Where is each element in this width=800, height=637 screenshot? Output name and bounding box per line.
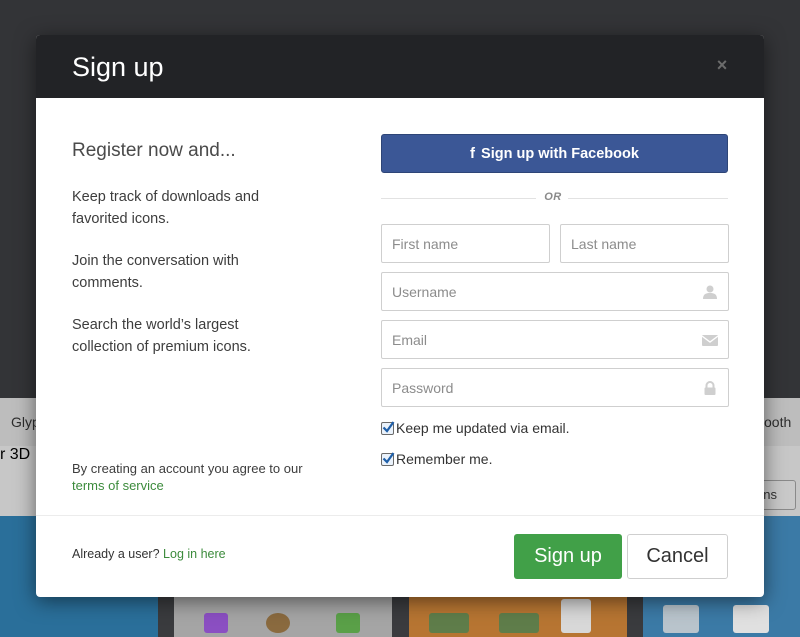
lock-icon	[704, 381, 716, 395]
background-heading: r 3D	[0, 446, 31, 463]
benefit-item: Keep track of downloads and favorited ic…	[72, 189, 260, 227]
first-name-input[interactable]	[382, 225, 549, 262]
email-field[interactable]	[381, 320, 729, 359]
facebook-signup-label: Sign up with Facebook	[481, 146, 639, 162]
user-icon	[703, 285, 717, 299]
first-name-field[interactable]	[381, 224, 550, 263]
gift-icon	[204, 613, 228, 633]
benefit-item: Join the conversation with comments.	[72, 253, 239, 291]
modal-footer: Already a user? Log in here Sign up Canc…	[36, 515, 764, 597]
remember-me-checkbox[interactable]: Remember me.	[381, 451, 492, 467]
close-icon[interactable]: ×	[715, 55, 729, 75]
money-icon	[499, 613, 539, 633]
checkbox-box[interactable]	[381, 451, 395, 466]
benefit-item: Search the world’s largest collection of…	[72, 317, 251, 355]
last-name-field[interactable]	[560, 224, 729, 263]
username-field[interactable]	[381, 272, 729, 311]
remember-me-label: Remember me.	[396, 451, 493, 467]
cancel-button[interactable]: Cancel	[627, 534, 728, 579]
printer-icon	[733, 605, 769, 633]
login-link[interactable]: Log in here	[163, 547, 226, 561]
modal-title: Sign up	[72, 52, 164, 82]
terms-notice-text: By creating an account you agree to our	[72, 461, 303, 476]
gift-icon	[336, 613, 360, 633]
suitcase-icon	[663, 605, 699, 633]
signup-button[interactable]: Sign up	[514, 534, 622, 579]
signup-modal: Sign up × Register now and... Keep track…	[36, 35, 764, 597]
terms-notice: By creating an account you agree to our …	[72, 460, 312, 494]
facebook-icon: f	[470, 145, 476, 162]
divider-line	[568, 198, 728, 199]
checkbox-box[interactable]	[381, 420, 395, 435]
background-tab-right: ooth	[764, 414, 792, 430]
money-icon	[429, 613, 469, 633]
terms-of-service-link[interactable]: terms of service	[72, 478, 164, 493]
password-input[interactable]	[382, 369, 728, 406]
username-input[interactable]	[382, 273, 728, 310]
email-input[interactable]	[382, 321, 728, 358]
or-divider: OR	[381, 190, 728, 206]
checkmark-icon	[382, 420, 395, 433]
keep-updated-label: Keep me updated via email.	[396, 420, 570, 436]
login-prompt: Already a user? Log in here	[72, 547, 226, 561]
register-heading: Register now and...	[72, 140, 236, 161]
envelope-icon	[702, 335, 718, 346]
modal-header: Sign up ×	[36, 35, 764, 98]
or-label: OR	[544, 191, 562, 203]
ring-icon	[266, 613, 290, 633]
keep-updated-checkbox[interactable]: Keep me updated via email.	[381, 420, 570, 436]
building-icon	[561, 599, 591, 633]
last-name-input[interactable]	[561, 225, 728, 262]
already-user-text: Already a user?	[72, 547, 160, 561]
password-field[interactable]	[381, 368, 729, 407]
divider-line	[381, 198, 536, 199]
checkmark-icon	[382, 451, 395, 464]
facebook-signup-button[interactable]: f Sign up with Facebook	[381, 134, 728, 173]
